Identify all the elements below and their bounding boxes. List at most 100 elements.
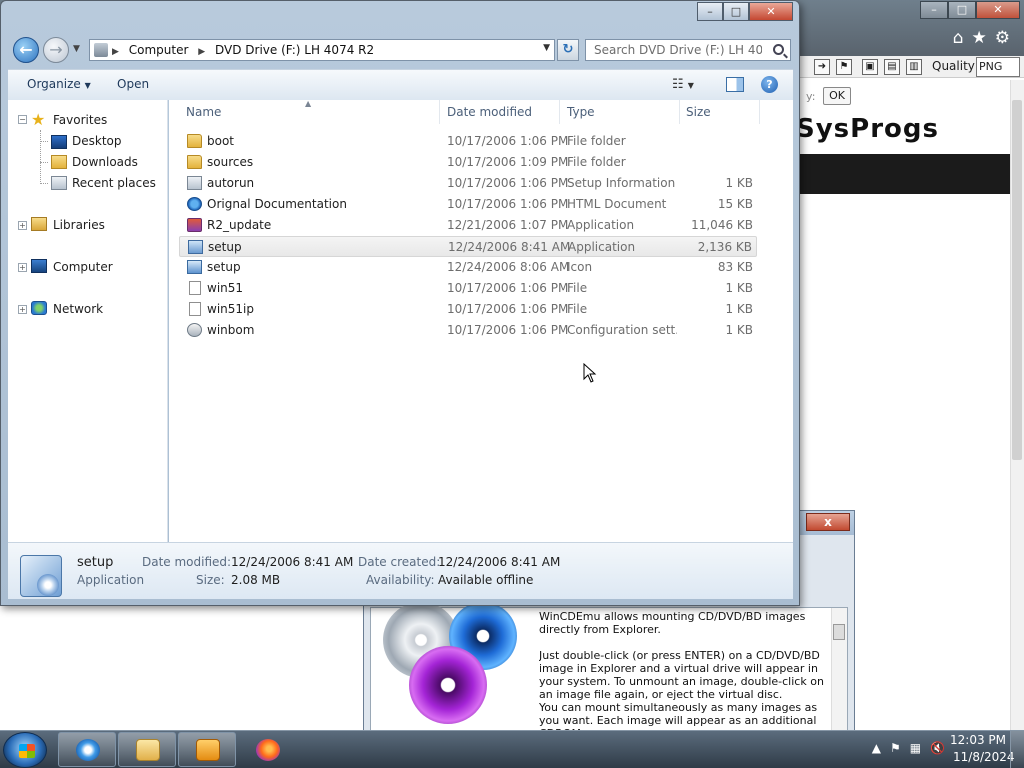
nav-desktop[interactable]: Desktop (72, 134, 122, 148)
show-desktop-button[interactable] (1010, 731, 1024, 768)
column-divider[interactable] (439, 100, 440, 124)
address-bar[interactable]: ▶ Computer ▶ DVD Drive (F:) LH 4074 R2 ▼ (89, 39, 555, 61)
address-dropdown-icon[interactable]: ▼ (543, 43, 550, 53)
recent-pages-dropdown-icon[interactable]: ▼ (73, 44, 80, 54)
taskbar-media-player[interactable] (178, 732, 236, 767)
clock-time[interactable]: 12:03 PM (950, 733, 1006, 747)
command-bar: Organize ▼ Open ☷ ▼ ? (8, 69, 793, 100)
file-row[interactable]: setup 12/24/2006 8:06 AM Icon 83 KB (179, 257, 757, 278)
quality-select[interactable]: PNG (976, 57, 1020, 77)
file-type: Setup Information (567, 176, 676, 190)
show-hidden-icons-icon[interactable]: ▲ (872, 741, 890, 755)
search-input[interactable]: Search DVD Drive (F:) LH 4074 ... (585, 39, 791, 61)
refresh-button[interactable]: ↻ (557, 39, 579, 61)
details-file-name: setup (77, 555, 114, 570)
breadcrumb-computer[interactable]: Computer (129, 43, 189, 57)
setup-app-icon (20, 555, 62, 597)
tree-line (40, 162, 48, 163)
bookmark-icon[interactable]: ⚑ (836, 59, 852, 75)
ok-button[interactable]: OK (823, 87, 851, 105)
clipboard-icon[interactable]: ▥ (906, 59, 922, 75)
image-icon[interactable]: ▣ (862, 59, 878, 75)
network-icon (31, 301, 47, 315)
file-row-selected[interactable]: setup 12/24/2006 8:41 AM Application 2,1… (179, 236, 757, 257)
nav-downloads[interactable]: Downloads (72, 155, 138, 169)
drive-icon (94, 43, 108, 57)
file-date: 12/21/2006 1:07 PM (447, 218, 569, 232)
purple-disc-icon (409, 646, 487, 724)
column-date-modified[interactable]: Date modified (447, 105, 532, 119)
libraries-icon (31, 217, 47, 231)
file-type: File (567, 281, 588, 295)
file-row[interactable]: sources 10/17/2006 1:09 PM File folder (179, 152, 757, 173)
forward-button[interactable]: → (43, 37, 69, 63)
nav-recent-places[interactable]: Recent places (72, 176, 156, 190)
arrow-right-icon[interactable]: ➜ (814, 59, 830, 75)
search-icon[interactable] (773, 44, 784, 55)
clock-date[interactable]: 11/8/2024 (953, 750, 1015, 764)
change-view-button[interactable]: ☷ ▼ (672, 77, 694, 92)
browser-window-controls: – □ ✕ (920, 1, 1020, 19)
chevron-right-icon[interactable]: ▶ (198, 47, 205, 57)
close-button[interactable]: ✕ (749, 2, 793, 21)
file-date: 10/17/2006 1:06 PM (447, 176, 569, 190)
collapse-favorites-icon[interactable]: − (18, 115, 27, 124)
file-type: Configuration sett... (567, 323, 677, 337)
browser-close-button[interactable]: ✕ (976, 1, 1020, 19)
expand-network-icon[interactable]: + (18, 305, 27, 314)
nav-libraries[interactable]: Libraries (53, 218, 105, 232)
file-row[interactable]: autorun 10/17/2006 1:06 PM Setup Informa… (179, 173, 757, 194)
file-row[interactable]: Orignal Documentation 10/17/2006 1:06 PM… (179, 194, 757, 215)
home-icon[interactable]: ⌂ (953, 28, 972, 48)
save-icon[interactable]: ▤ (884, 59, 900, 75)
open-button[interactable]: Open (117, 77, 149, 91)
back-button[interactable]: ← (13, 37, 39, 63)
file-row[interactable]: R2_update 12/21/2006 1:07 PM Application… (179, 215, 757, 236)
preview-pane-button[interactable] (726, 77, 744, 92)
nav-computer[interactable]: Computer (53, 260, 113, 274)
maximize-button[interactable]: □ (723, 2, 749, 21)
organize-button[interactable]: Organize ▼ (27, 77, 91, 91)
browser-minimize-button[interactable]: – (920, 1, 948, 19)
expand-computer-icon[interactable]: + (18, 263, 27, 272)
chevron-right-icon[interactable]: ▶ (112, 47, 119, 57)
start-button[interactable] (3, 732, 47, 768)
file-row[interactable]: boot 10/17/2006 1:06 PM File folder (179, 131, 757, 152)
browser-scrollbar-thumb[interactable] (1012, 100, 1022, 460)
column-divider[interactable] (559, 100, 560, 124)
taskbar-windows-explorer[interactable] (118, 732, 176, 767)
column-name[interactable]: Name (186, 105, 221, 119)
nav-favorites[interactable]: Favorites (53, 113, 107, 127)
wincdemu-scrollbar-thumb[interactable] (833, 624, 845, 640)
star-icon[interactable]: ★ (972, 28, 995, 48)
system-tray: ▲⚑▦🔇 (872, 741, 954, 755)
config-file-icon (187, 323, 202, 337)
gear-icon[interactable]: ⚙ (995, 28, 1018, 48)
column-divider[interactable] (679, 100, 680, 124)
expand-libraries-icon[interactable]: + (18, 221, 27, 230)
column-size[interactable]: Size (686, 105, 711, 119)
file-size: 1 KB (725, 176, 753, 190)
details-availability-label: Availability: (366, 573, 435, 587)
file-row[interactable]: win51 10/17/2006 1:06 PM File 1 KB (179, 278, 757, 299)
description-paragraph-2: Just double-click (or press ENTER) on a … (539, 649, 824, 701)
details-date-created: 12/24/2006 8:41 AM (438, 555, 561, 569)
action-center-flag-icon[interactable]: ⚑ (890, 741, 910, 755)
minimize-button[interactable]: – (697, 2, 723, 21)
nav-network[interactable]: Network (53, 302, 103, 316)
breadcrumb-dvd-drive[interactable]: DVD Drive (F:) LH 4074 R2 (215, 43, 374, 57)
network-status-icon[interactable]: ▦ (910, 741, 930, 755)
help-button[interactable]: ? (761, 76, 778, 93)
column-divider[interactable] (759, 100, 760, 124)
file-row[interactable]: win51ip 10/17/2006 1:06 PM File 1 KB (179, 299, 757, 320)
downloads-folder-icon (51, 155, 67, 169)
file-row[interactable]: winbom 10/17/2006 1:06 PM Configuration … (179, 320, 757, 341)
taskbar-firefox[interactable] (238, 732, 296, 767)
wincdemu-close-button[interactable]: x (806, 513, 850, 531)
file-date: 10/17/2006 1:06 PM (447, 134, 569, 148)
taskbar-internet-explorer[interactable] (58, 732, 116, 767)
details-size: 2.08 MB (231, 573, 281, 587)
browser-maximize-button[interactable]: □ (948, 1, 976, 19)
column-type[interactable]: Type (567, 105, 595, 119)
chevron-down-icon: ▼ (84, 81, 91, 90)
